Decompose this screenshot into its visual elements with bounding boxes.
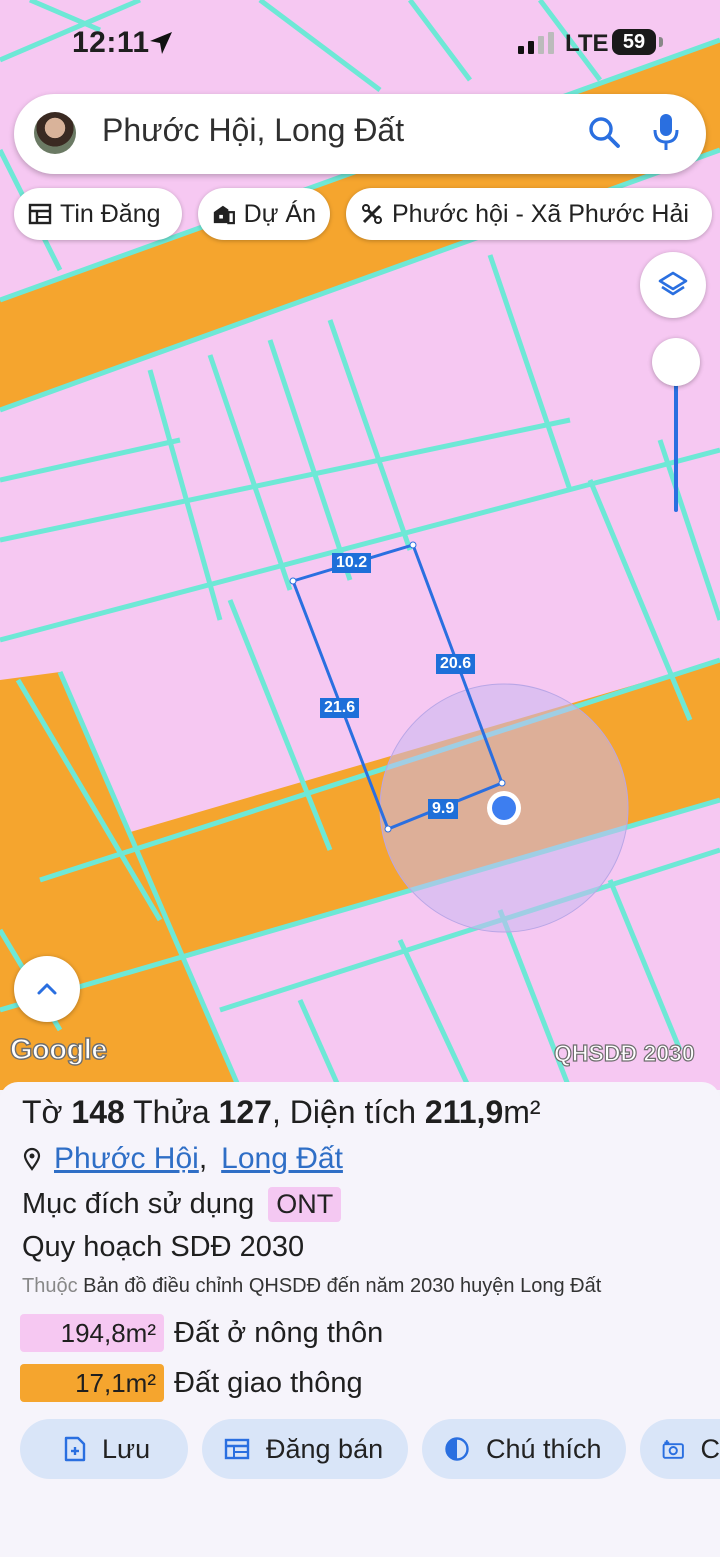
camera-icon xyxy=(662,1440,684,1459)
listing-icon xyxy=(28,203,52,225)
parcel-title: Tờ 148 Thửa 127, Diện tích 211,9m² xyxy=(22,1094,541,1130)
zone-area-residential: 194,8m² xyxy=(20,1314,164,1352)
sheet-number: 148 xyxy=(71,1094,125,1130)
measure-label-bottom: 9.9 xyxy=(428,799,459,819)
search-icon[interactable] xyxy=(586,114,624,152)
plot-label: Thửa xyxy=(133,1094,210,1130)
chip-listings[interactable]: Tin Đăng xyxy=(14,188,182,240)
microphone-icon[interactable] xyxy=(650,112,682,154)
zone-label-residential: Đất ở nông thôn xyxy=(174,1316,384,1349)
area-label: Diện tích xyxy=(289,1094,417,1130)
save-button-label: Lưu xyxy=(102,1433,151,1464)
map-layer-label: QHSDĐ 2030 xyxy=(553,1039,695,1066)
building-icon xyxy=(213,205,235,225)
plan-source-prefix: Thuộc xyxy=(22,1275,78,1297)
opacity-slider-thumb[interactable] xyxy=(652,338,700,386)
plot-number: 127 xyxy=(218,1094,272,1130)
land-use-purpose: Mục đích sử dụng ONT xyxy=(22,1187,342,1222)
zone-label-transport: Đất giao thông xyxy=(174,1366,363,1399)
legend-icon xyxy=(445,1437,469,1461)
pin-icon xyxy=(23,1147,41,1171)
camera-button-label: C xyxy=(700,1433,720,1464)
battery-tip xyxy=(659,37,663,47)
post-icon xyxy=(224,1438,250,1460)
layers-icon xyxy=(658,271,688,296)
zone-row-transport: 17,1m² Đất giao thông xyxy=(20,1364,363,1402)
search-bar[interactable]: Phước Hội, Long Đất xyxy=(14,94,706,174)
plan-title: Quy hoạch SDĐ 2030 xyxy=(22,1231,305,1263)
parcel-address: Phước Hội, Long Đất xyxy=(22,1142,343,1176)
address-commune-link[interactable]: Phước Hội xyxy=(54,1142,199,1176)
camera-button[interactable]: C xyxy=(640,1419,720,1479)
layers-button[interactable] xyxy=(640,252,706,318)
post-sale-button[interactable]: Đăng bán xyxy=(202,1419,408,1479)
google-logo: Google xyxy=(9,1033,108,1066)
address-district-link[interactable]: Long Đất xyxy=(221,1142,343,1176)
status-time: 12:11 xyxy=(72,26,150,59)
area-value: 211,9 xyxy=(424,1094,504,1130)
chip-projects-label: Dự Án xyxy=(243,199,316,228)
legend-button[interactable]: Chú thích xyxy=(422,1419,626,1479)
battery-icon: 59 xyxy=(612,29,656,55)
plan-source-text: Bản đồ điều chỉnh QHSDĐ đến năm 2030 huy… xyxy=(83,1275,602,1297)
parcel-info-sheet: Tờ 148 Thửa 127, Diện tích 211,9m² Phước… xyxy=(0,1082,720,1557)
avatar[interactable] xyxy=(34,112,76,154)
purpose-label: Mục đích sử dụng xyxy=(22,1188,255,1220)
status-bar: 12:11 LTE 59 xyxy=(0,0,720,88)
purpose-badge: ONT xyxy=(268,1187,342,1222)
chip-projects[interactable]: Dự Án xyxy=(198,188,330,240)
chip-location-label: Phước hội - Xã Phước Hải xyxy=(392,199,689,228)
sheet-label: Tờ xyxy=(22,1094,63,1130)
network-type: LTE xyxy=(565,30,609,57)
zone-area-transport: 17,1m² xyxy=(20,1364,164,1402)
tools-icon xyxy=(362,204,382,224)
location-arrow-icon xyxy=(150,32,172,54)
chip-location[interactable]: Phước hội - Xã Phước Hải xyxy=(346,188,712,240)
plan-source: Thuộc Bản đồ điều chỉnh QHSDĐ đến năm 20… xyxy=(22,1275,601,1298)
address-separator: , xyxy=(198,1142,208,1175)
expand-sheet-button[interactable] xyxy=(14,956,80,1022)
chip-listings-label: Tin Đăng xyxy=(60,199,161,228)
measure-label-top: 10.2 xyxy=(332,553,372,573)
measure-label-right: 20.6 xyxy=(436,654,476,674)
save-button[interactable]: Lưu xyxy=(20,1419,188,1479)
save-icon xyxy=(64,1436,86,1462)
chevron-up-icon xyxy=(37,983,57,995)
measure-label-left: 21.6 xyxy=(320,698,360,718)
signal-icon xyxy=(518,32,554,54)
post-sale-button-label: Đăng bán xyxy=(266,1433,384,1464)
zone-row-residential: 194,8m² Đất ở nông thôn xyxy=(20,1314,383,1352)
search-input[interactable]: Phước Hội, Long Đất xyxy=(102,112,404,149)
area-unit: m² xyxy=(503,1094,541,1130)
legend-button-label: Chú thích xyxy=(486,1433,602,1464)
